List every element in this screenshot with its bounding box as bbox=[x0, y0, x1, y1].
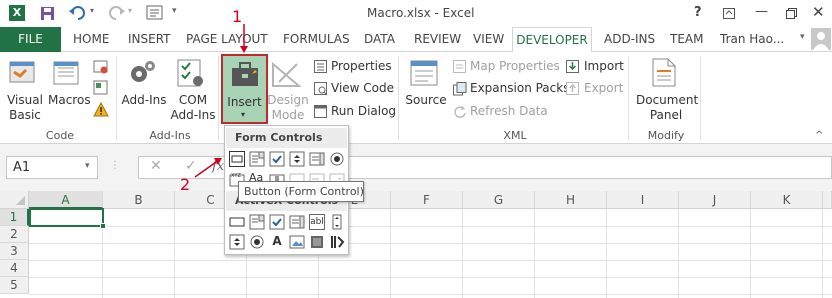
annotation-arrowhead-2 bbox=[214, 158, 222, 165]
annotation-step-2: 2 bbox=[180, 175, 191, 194]
annotation-layer bbox=[194, 24, 248, 178]
annotation-arrow-2 bbox=[194, 159, 220, 178]
annotation-arrowhead-1 bbox=[240, 46, 248, 53]
annotation-step-1: 1 bbox=[232, 7, 243, 26]
